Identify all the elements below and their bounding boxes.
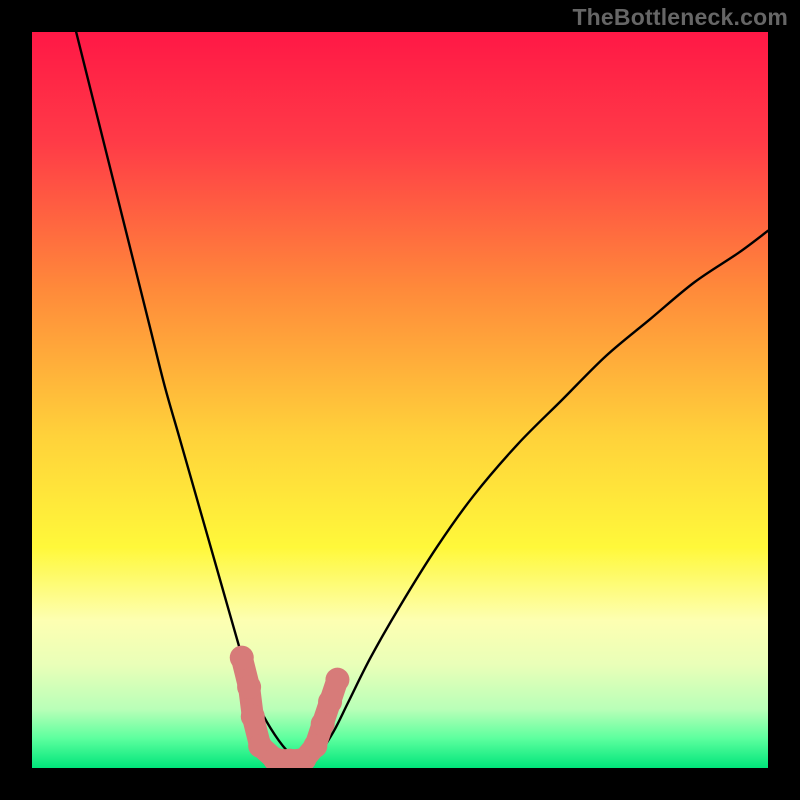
chart-frame: TheBottleneck.com [0,0,800,800]
marker-point [241,704,265,728]
marker-point [311,712,335,736]
marker-point [303,734,327,758]
marker-point [318,690,342,714]
gradient-background [32,32,768,768]
chart-svg [32,32,768,768]
marker-point [230,646,254,670]
plot-area [32,32,768,768]
marker-point [237,675,261,699]
marker-point [325,668,349,692]
watermark-text: TheBottleneck.com [572,4,788,31]
